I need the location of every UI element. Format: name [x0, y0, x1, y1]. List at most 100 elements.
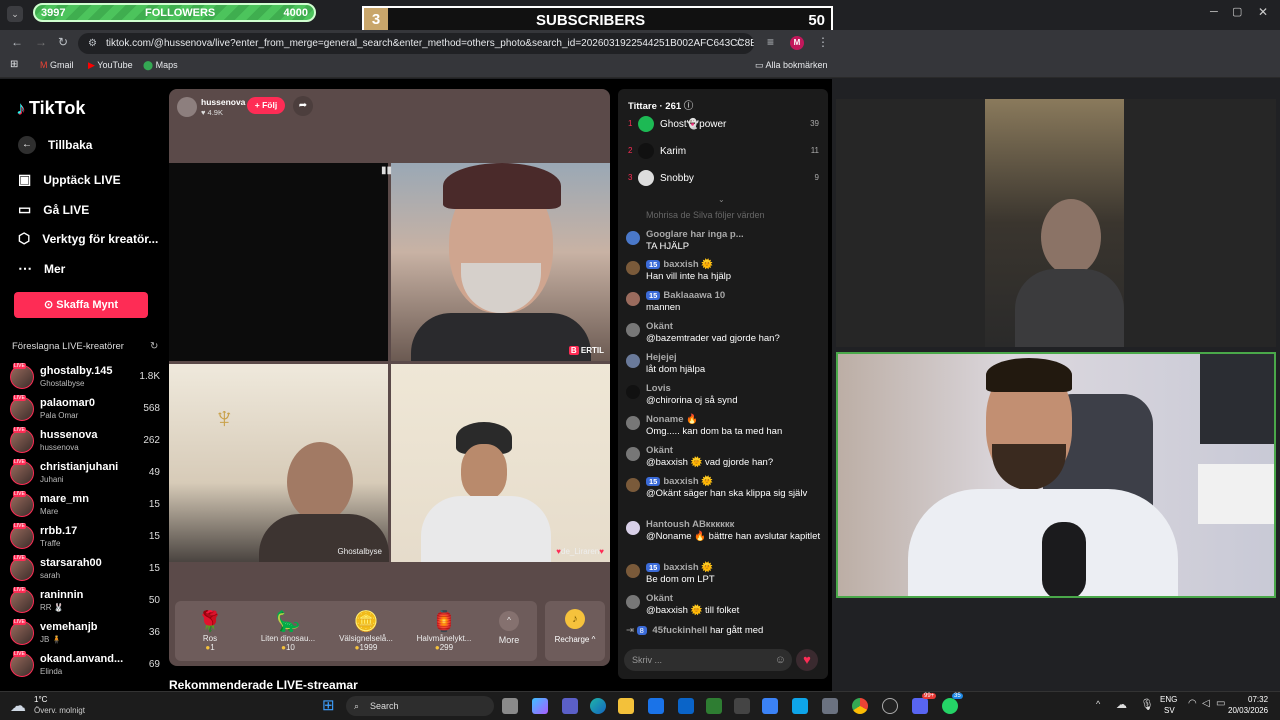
tab-list-button[interactable]: ⌄ — [7, 6, 23, 22]
onedrive-icon[interactable]: ☁ — [1116, 698, 1127, 711]
language-en[interactable]: ENG — [1160, 695, 1177, 704]
chrome-icon[interactable] — [852, 698, 868, 714]
reload-icon[interactable]: ↻ — [58, 35, 68, 49]
join-name[interactable]: 45fuckinhell — [652, 625, 707, 636]
nav-discover-live[interactable]: ▣ Upptäck LIVE — [18, 171, 121, 188]
nav-creator-tools[interactable]: ⬡ Verktyg för kreatör... — [18, 230, 158, 247]
chat-author[interactable]: Hantoush ABкккккк — [646, 519, 734, 530]
back-arrow-icon[interactable]: ← — [11, 35, 23, 49]
get-coins-button[interactable]: ⊙ Skaffa Mynt — [14, 292, 148, 318]
task-view-icon[interactable] — [502, 698, 518, 714]
battery-icon[interactable]: ▭ — [1216, 698, 1225, 709]
security-icon[interactable] — [706, 698, 722, 714]
discord-icon[interactable] — [912, 698, 928, 714]
creator-row[interactable]: LIVE okand.anvand... Elinda 69 — [10, 651, 160, 681]
recharge-button[interactable]: ♪ Recharge ^ — [545, 601, 605, 661]
creator-avatar[interactable]: LIVE — [10, 587, 34, 613]
creator-avatar[interactable]: LIVE — [10, 555, 34, 581]
edge-icon[interactable] — [590, 698, 606, 714]
creator-avatar[interactable]: LIVE — [10, 523, 34, 549]
chat-avatar[interactable] — [626, 354, 640, 368]
refresh-icon[interactable]: ↻ — [150, 341, 158, 352]
info-icon[interactable]: ⓘ — [684, 101, 694, 112]
screen-snip-icon[interactable] — [822, 698, 838, 714]
photos-icon[interactable] — [792, 698, 808, 714]
chat-avatar[interactable] — [626, 385, 640, 399]
chat-author[interactable]: 15 baxxish 🌞 — [646, 259, 713, 270]
creator-row[interactable]: LIVE ghostalby.145 Ghostalbyse 1.8K — [10, 363, 160, 393]
clock-time[interactable]: 07:32 — [1248, 695, 1268, 704]
chat-author[interactable]: Googlare har inga p... — [646, 229, 744, 240]
chat-author[interactable]: 15 baxxish 🌞 — [646, 476, 713, 487]
host-name[interactable]: hussenova — [201, 97, 245, 107]
teams-icon[interactable] — [562, 698, 578, 714]
file-explorer-icon[interactable] — [618, 698, 634, 714]
like-button[interactable]: ♥ — [796, 649, 818, 671]
all-bookmarks[interactable]: ▭ Alla bokmärken — [755, 60, 828, 71]
creator-avatar[interactable]: LIVE — [10, 619, 34, 645]
gift-crescent-lantern[interactable]: 🏮 Halvmånelykt... ●299 — [409, 609, 479, 652]
address-bar[interactable]: ⚙ tiktok.com/@hussenova/live?enter_from_… — [78, 33, 754, 54]
chat-avatar[interactable] — [626, 478, 640, 492]
chat-author[interactable]: 15 Baklaaawa 10 — [646, 290, 725, 301]
share-button[interactable]: ➦ — [293, 96, 313, 116]
chat-author[interactable]: Okänt — [646, 321, 673, 332]
media-controls-icon[interactable]: ≡ — [767, 35, 774, 49]
close-window-icon[interactable]: ✕ — [1258, 5, 1268, 19]
weather-cloud-icon[interactable]: ☁ — [10, 696, 26, 716]
chat-author[interactable]: Okänt — [646, 445, 673, 456]
creator-avatar[interactable]: LIVE — [10, 651, 34, 677]
chat-avatar[interactable] — [626, 564, 640, 578]
volume-icon[interactable]: ◁ — [1202, 698, 1210, 709]
copilot-icon[interactable] — [532, 698, 548, 714]
chat-avatar[interactable] — [626, 323, 640, 337]
tiktok-logo[interactable]: ♪ TikTok — [16, 98, 85, 119]
taskbar-search[interactable]: ⌕ Search — [346, 696, 494, 716]
gift-blessing-chest[interactable]: 🪙 Välsignelselå... ●1999 — [331, 609, 401, 652]
expand-chevron-icon[interactable]: ⌄ — [718, 195, 725, 204]
creator-avatar[interactable]: LIVE — [10, 459, 34, 485]
bookmark-youtube[interactable]: ▶ YouTube — [88, 60, 133, 71]
top-viewer-row[interactable]: 2 Karim 11 — [626, 142, 821, 164]
weather-temp[interactable]: 1°C — [34, 695, 47, 704]
creator-row[interactable]: LIVE christianjuhani Juhani 49 — [10, 459, 160, 489]
chat-avatar[interactable] — [626, 231, 640, 245]
apps-grid-icon[interactable]: ⊞ — [10, 59, 18, 70]
host-avatar[interactable] — [177, 97, 197, 117]
minimize-icon[interactable]: ─ — [1210, 6, 1218, 18]
app-icon-m365[interactable] — [734, 698, 750, 714]
outlook-icon[interactable] — [678, 698, 694, 714]
wifi-icon[interactable]: ◠ — [1188, 698, 1197, 709]
chat-author[interactable]: Noname 🔥 — [646, 414, 698, 425]
weather-desc[interactable]: Överv. molnigt — [34, 706, 85, 715]
chat-avatar[interactable] — [626, 261, 640, 275]
bookmark-maps[interactable]: ⬤ Maps — [143, 60, 178, 71]
gift-ros[interactable]: 🌹 Ros ●1 — [175, 609, 245, 652]
creator-row[interactable]: LIVE starsarah00 sarah 15 — [10, 555, 160, 585]
mail-icon[interactable] — [648, 698, 664, 714]
chat-author[interactable]: Okänt — [646, 593, 673, 604]
language-sv[interactable]: SV — [1164, 706, 1175, 715]
tray-chevron-icon[interactable]: ^ — [1096, 699, 1100, 709]
emoji-icon[interactable]: ☺ — [775, 649, 786, 671]
creator-row[interactable]: LIVE mare_mn Mare 15 — [10, 491, 160, 521]
windows-start-icon[interactable]: ⊞ — [322, 696, 335, 714]
nav-go-live[interactable]: ▭ Gå LIVE — [18, 201, 89, 218]
creator-avatar[interactable]: LIVE — [10, 491, 34, 517]
chat-avatar[interactable] — [626, 447, 640, 461]
creator-avatar[interactable]: LIVE — [10, 427, 34, 453]
creator-row[interactable]: LIVE vemehanjb JB 🧍 36 — [10, 619, 160, 649]
creator-row[interactable]: LIVE hussenova hussenova 262 — [10, 427, 160, 457]
profile-avatar[interactable]: M — [790, 36, 804, 50]
nav-more[interactable]: ⋯ Mer — [18, 260, 65, 277]
chat-author[interactable]: 15 baxxish 🌞 — [646, 562, 713, 573]
creator-row[interactable]: LIVE rrbb.17 Traffe 15 — [10, 523, 160, 553]
creator-row[interactable]: LIVE palaomar0 Pala Omar 568 — [10, 395, 160, 425]
chat-avatar[interactable] — [626, 595, 640, 609]
maximize-icon[interactable]: ▢ — [1232, 5, 1242, 18]
chat-avatar[interactable] — [626, 521, 640, 535]
chat-author[interactable]: Lovis — [646, 383, 671, 394]
clock-date[interactable]: 20/03/2026 — [1228, 706, 1268, 715]
top-viewer-row[interactable]: 3 Snobby 9 — [626, 169, 821, 191]
chat-input[interactable]: Skriv ... ☺ — [624, 649, 792, 671]
